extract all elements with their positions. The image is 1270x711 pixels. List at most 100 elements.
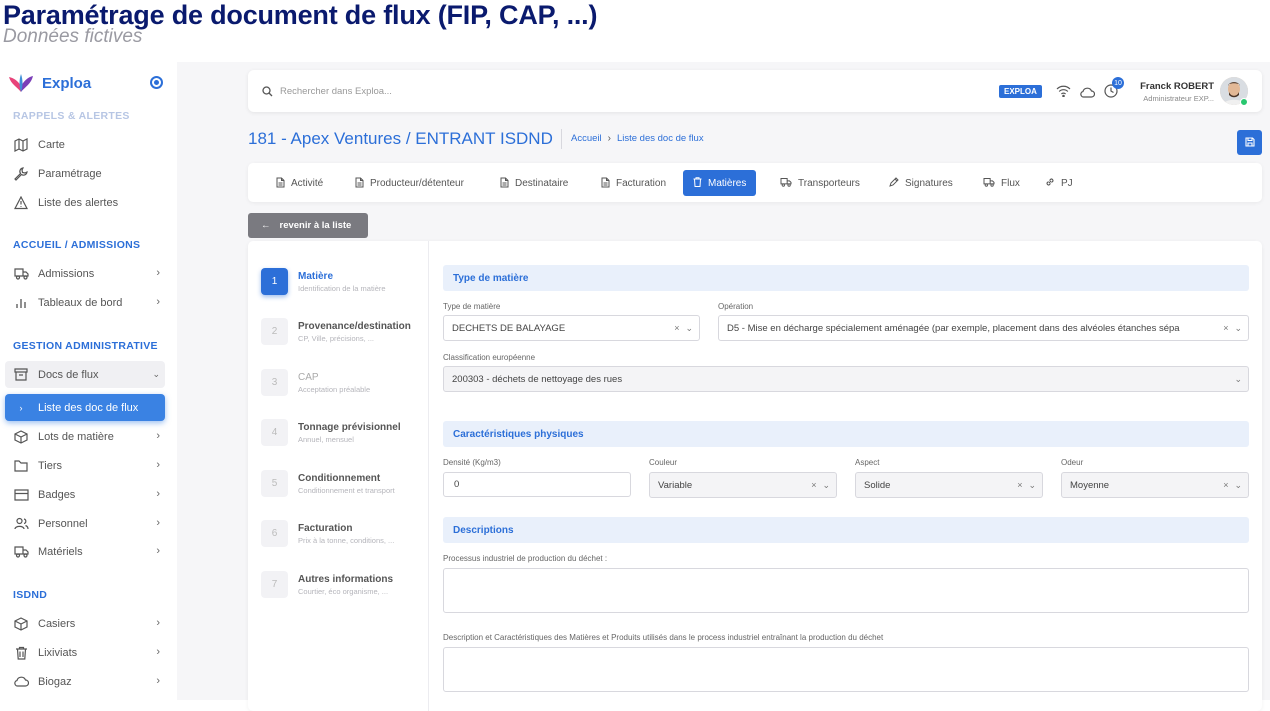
aspect-select[interactable]: Solide × ⌄ <box>855 472 1043 498</box>
sidebar-item-label: Lixiviats <box>38 646 78 659</box>
archive-icon <box>13 367 29 383</box>
sidebar-item-liste-alertes[interactable]: Liste des alertes <box>5 189 165 216</box>
sidebar-item-label: Carte <box>38 138 65 151</box>
clear-icon[interactable]: × <box>1223 323 1228 333</box>
tab-destinataire[interactable]: Destinataire <box>490 170 578 196</box>
sidebar-item-docs-de-flux[interactable]: Docs de flux ⌄ <box>5 361 165 388</box>
sidebar-item-label: Tiers <box>38 459 63 472</box>
back-to-list-button[interactable]: ← revenir à la liste <box>248 213 368 238</box>
form-card: 1 Matière Identification de la matière 2 … <box>248 241 1262 711</box>
tab-transporteurs[interactable]: Transporteurs <box>770 170 870 196</box>
app-logo[interactable]: Exploa <box>8 72 91 94</box>
chevron-down-icon[interactable]: ⌄ <box>1028 480 1036 491</box>
operation-select[interactable]: D5 - Mise en décharge spécialement aména… <box>718 315 1249 341</box>
alert-triangle-icon <box>13 195 29 211</box>
breadcrumb-current[interactable]: Liste des doc de flux <box>617 133 704 144</box>
step-facturation[interactable]: 6 Facturation Prix à la tonne, conditions… <box>261 520 394 547</box>
tab-signatures[interactable]: Signatures <box>879 170 963 196</box>
chevron-right-icon: › <box>156 646 160 658</box>
tab-producteur-detenteur[interactable]: Producteur/détenteur <box>345 170 474 196</box>
sidebar-toggle-icon[interactable] <box>150 76 163 89</box>
truck-icon <box>13 266 29 282</box>
sidebar-item-label: Liste des doc de flux <box>38 401 139 414</box>
truck-icon <box>13 544 29 560</box>
processus-textarea[interactable] <box>443 568 1249 613</box>
sidebar-item-tableaux-de-bord[interactable]: Tableaux de bord › <box>5 289 165 316</box>
odeur-select[interactable]: Moyenne × ⌄ <box>1061 472 1249 498</box>
clear-icon[interactable]: × <box>674 323 679 333</box>
tab-facturation[interactable]: Facturation <box>591 170 676 196</box>
environment-badge: EXPLOA <box>999 85 1042 98</box>
clear-icon[interactable]: × <box>811 480 816 490</box>
save-button[interactable] <box>1237 130 1262 155</box>
chevron-right-icon: › <box>156 517 160 529</box>
trash-icon <box>693 177 702 189</box>
clear-icon[interactable]: × <box>1223 480 1228 490</box>
section-caracteristiques-physiques: Caractéristiques physiques <box>443 421 1249 447</box>
step-provenance-destination[interactable]: 2 Provenance/destination CP, Ville, préci… <box>261 318 411 345</box>
chevron-down-icon[interactable]: ⌄ <box>822 480 830 491</box>
sidebar-item-liste-doc-flux[interactable]: › Liste des doc de flux <box>5 394 165 421</box>
sidebar-item-casiers[interactable]: Casiers › <box>5 610 165 637</box>
type-matiere-label: Type de matière <box>443 302 501 311</box>
trash-icon <box>13 645 29 661</box>
tab-activite[interactable]: Activité <box>266 170 333 196</box>
cloud-icon[interactable] <box>1080 85 1096 103</box>
sidebar: Exploa RAPPELS & ALERTES Carte Paramétra… <box>0 62 177 700</box>
step-autres-informations[interactable]: 7 Autres informations Courtier, éco organ… <box>261 571 393 598</box>
file-icon <box>276 177 285 190</box>
chevron-down-icon[interactable]: ⌄ <box>1234 374 1242 385</box>
tab-flux[interactable]: Flux <box>973 170 1030 196</box>
classification-label: Classification européenne <box>443 353 536 362</box>
online-status-indicator <box>1240 98 1248 106</box>
densite-input[interactable] <box>443 472 631 497</box>
type-matiere-value: DECHETS DE BALAYAGE <box>452 322 566 334</box>
search-input[interactable] <box>280 81 580 101</box>
sidebar-item-admissions[interactable]: Admissions › <box>5 260 165 287</box>
classification-select[interactable]: 200303 - déchets de nettoyage des rues ⌄ <box>443 366 1249 392</box>
step-matiere[interactable]: 1 Matière Identification de la matière <box>261 268 386 295</box>
description-textarea[interactable] <box>443 647 1249 692</box>
processus-label: Processus industriel de production du dé… <box>443 554 608 563</box>
sidebar-item-label: Lots de matière <box>38 430 114 443</box>
chevron-down-icon[interactable]: ⌄ <box>1234 323 1242 334</box>
sidebar-item-lixiviats[interactable]: Lixiviats › <box>5 639 165 666</box>
couleur-select[interactable]: Variable × ⌄ <box>649 472 837 498</box>
clear-icon[interactable]: × <box>1017 480 1022 490</box>
chevron-right-icon: › <box>19 402 23 413</box>
sidebar-item-carte[interactable]: Carte <box>5 131 165 158</box>
odeur-label: Odeur <box>1061 458 1084 467</box>
wifi-icon[interactable] <box>1056 84 1071 102</box>
aspect-label: Aspect <box>855 458 880 467</box>
chevron-right-icon: › <box>156 459 160 471</box>
wizard-steps: 1 Matière Identification de la matière 2 … <box>248 241 429 711</box>
sidebar-item-badges[interactable]: Badges › <box>5 481 165 508</box>
sidebar-item-biogaz[interactable]: Biogaz › <box>5 668 165 695</box>
sidebar-item-lots-de-matiere[interactable]: Lots de matière › <box>5 423 165 450</box>
couleur-value: Variable <box>658 479 693 491</box>
sidebar-item-label: Personnel <box>38 517 88 530</box>
type-matiere-select[interactable]: DECHETS DE BALAYAGE × ⌄ <box>443 315 700 341</box>
sidebar-item-personnel[interactable]: Personnel › <box>5 510 165 537</box>
tab-matieres[interactable]: Matières <box>683 170 757 196</box>
breadcrumb-home-link[interactable]: Accueil <box>571 133 602 144</box>
classification-value: 200303 - déchets de nettoyage des rues <box>452 373 623 385</box>
main-content: EXPLOA 10 Franck ROBERT Administrateur E… <box>177 62 1270 711</box>
sidebar-item-materiels[interactable]: Matériels › <box>5 538 165 565</box>
search-icon[interactable] <box>262 84 273 102</box>
map-icon <box>13 137 29 153</box>
tab-pj[interactable]: PJ <box>1035 170 1083 196</box>
chevron-down-icon[interactable]: ⌄ <box>685 323 693 334</box>
sidebar-item-tiers[interactable]: Tiers › <box>5 452 165 479</box>
sidebar-item-parametrage[interactable]: Paramétrage <box>5 160 165 187</box>
step-tonnage-previsionnel[interactable]: 4 Tonnage prévisionnel Annuel, mensuel <box>261 419 401 446</box>
step-cap[interactable]: 3 CAP Acceptation préalable <box>261 369 370 396</box>
operation-label: Opération <box>718 302 754 311</box>
chevron-down-icon[interactable]: ⌄ <box>1234 480 1242 491</box>
pen-icon <box>889 177 899 189</box>
arrow-left-icon: ← <box>261 220 271 231</box>
user-role: Administrateur EXP... <box>1143 94 1214 103</box>
user-name[interactable]: Franck ROBERT <box>1140 81 1214 92</box>
chevron-right-icon: › <box>607 133 611 144</box>
step-conditionnement[interactable]: 5 Conditionnement Conditionnement et tran… <box>261 470 395 497</box>
